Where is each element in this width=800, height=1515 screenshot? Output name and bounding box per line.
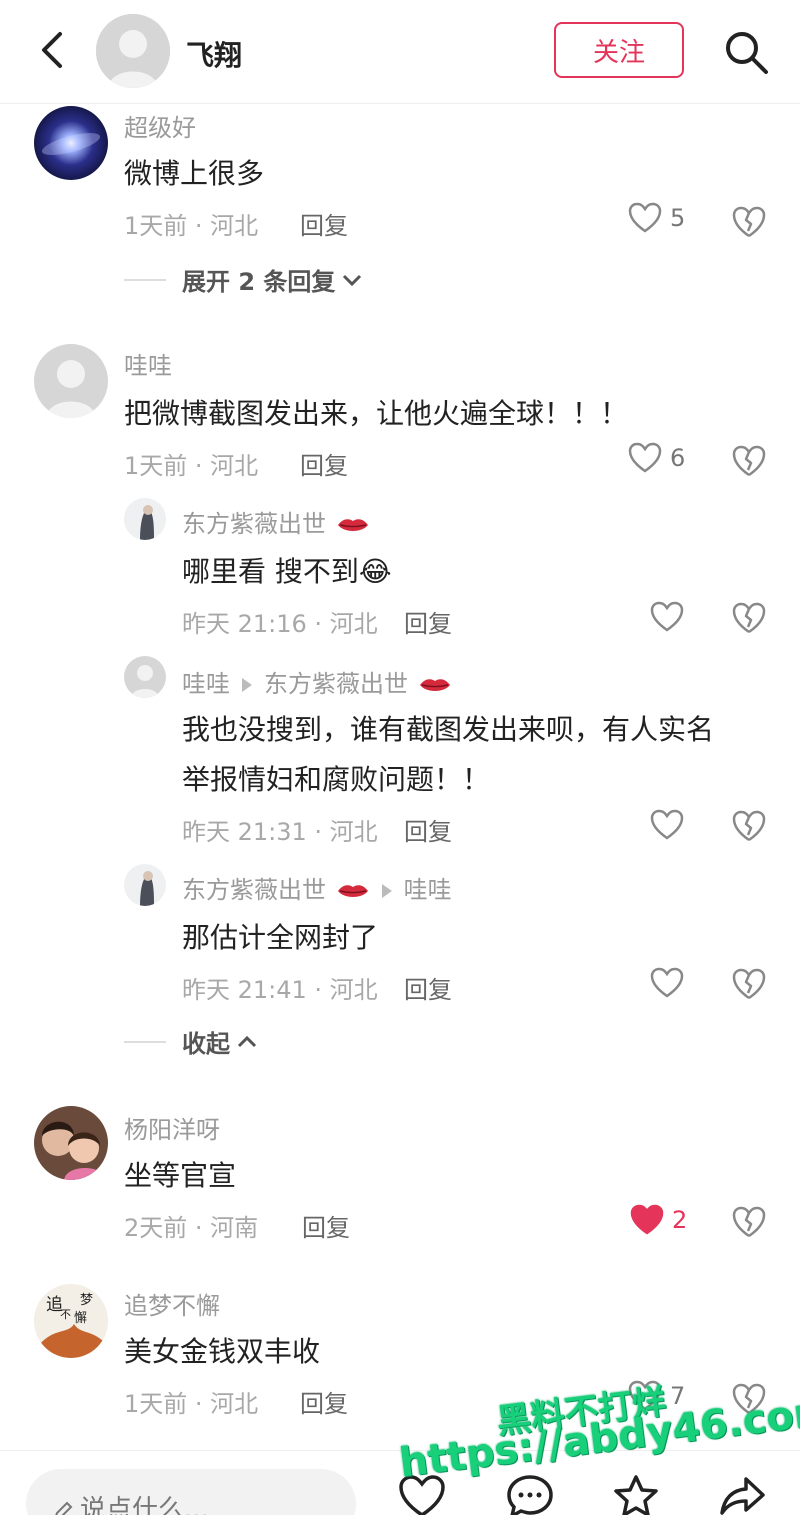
comment-icon[interactable] xyxy=(506,1473,554,1515)
broken-heart-icon[interactable] xyxy=(731,204,767,240)
broken-heart-icon[interactable] xyxy=(731,1204,767,1240)
user-avatar[interactable] xyxy=(124,498,166,540)
like-button[interactable]: 5 xyxy=(628,202,685,234)
heart-icon xyxy=(628,442,662,473)
comment-text: 把微博截图发出来，让他火遍全球！！！ xyxy=(124,397,629,430)
user-avatar[interactable] xyxy=(124,656,166,698)
reply-meta: 昨天 21:16 · 河北 xyxy=(182,610,378,638)
user-avatar[interactable]: 追 梦 不 懈 xyxy=(34,1284,108,1358)
heart-icon[interactable] xyxy=(650,809,684,841)
comment-username[interactable]: 追梦不懈 xyxy=(124,1286,220,1321)
calligraphy-avatar-icon: 追 梦 不 懈 xyxy=(34,1284,108,1358)
lips-icon xyxy=(337,885,368,897)
collapse-replies-button[interactable]: 收起 xyxy=(124,1024,258,1059)
avatar-char: 懈 xyxy=(74,1310,87,1326)
reply-text-line1: 我也没搜到，谁有截图发出来呗，有人实名 xyxy=(182,713,715,746)
expand-replies-button[interactable]: 展开 2 条回复 xyxy=(124,262,363,297)
comment-text: 美女金钱双丰收 xyxy=(124,1335,321,1368)
collapse-replies-label: 收起 xyxy=(182,1030,230,1058)
broken-heart-icon[interactable] xyxy=(731,808,767,844)
comment-text: 坐等官宣 xyxy=(124,1159,237,1192)
comment-input[interactable]: 说点什么... xyxy=(26,1469,356,1515)
lips-icon xyxy=(419,679,450,691)
follow-button[interactable]: 关注 xyxy=(554,22,684,78)
reply-to-arrow-icon xyxy=(381,884,392,898)
comment-username[interactable]: 哇哇 xyxy=(124,346,172,381)
top-bar: 飞翔 关注 xyxy=(0,0,800,104)
default-avatar-icon xyxy=(34,344,108,418)
reply-button[interactable]: 回复 xyxy=(300,206,348,241)
divider-line xyxy=(124,1040,166,1043)
reply-username-text: 哇哇 xyxy=(182,670,230,698)
laughing-emoji: 😂 xyxy=(358,555,392,588)
heart-icon xyxy=(628,202,662,233)
portrait-avatar-icon xyxy=(124,498,166,540)
galaxy-avatar-icon xyxy=(34,106,108,180)
heart-filled-icon xyxy=(630,1204,664,1235)
comment-input-placeholder: 说点什么... xyxy=(80,1495,209,1515)
reply-text: 那估计全网封了 xyxy=(182,921,379,954)
reply-to-username: 哇哇 xyxy=(403,876,452,904)
reply-text-content: 哪里看 搜不到 xyxy=(182,555,359,588)
reply-button[interactable]: 回复 xyxy=(300,1384,348,1419)
comment-text: 微博上很多 xyxy=(124,157,265,190)
comment-username[interactable]: 杨阳洋呀 xyxy=(124,1110,220,1145)
comment-meta: 1天前 · 河北 xyxy=(124,452,259,480)
reply-username[interactable]: 东方紫薇出世 哇哇 xyxy=(182,870,452,905)
reply-username-text: 东方紫薇出世 xyxy=(182,876,326,904)
comment-meta: 2天前 · 河南 xyxy=(124,1214,259,1242)
reply-button[interactable]: 回复 xyxy=(404,970,452,1005)
like-count: 2 xyxy=(672,1206,688,1234)
comment-meta: 1天前 · 河北 xyxy=(124,212,259,240)
broken-heart-icon[interactable] xyxy=(731,966,767,1002)
search-icon[interactable] xyxy=(722,28,770,76)
chevron-up-icon xyxy=(237,1035,257,1047)
avatar-char: 梦 xyxy=(80,1293,93,1308)
share-icon[interactable] xyxy=(718,1473,766,1515)
like-count: 6 xyxy=(670,444,686,472)
reply-to-username: 东方紫薇出世 xyxy=(264,670,408,698)
reply-button[interactable]: 回复 xyxy=(404,604,452,639)
user-avatar[interactable] xyxy=(34,1106,108,1180)
user-avatar[interactable] xyxy=(34,106,108,180)
reply-meta: 昨天 21:41 · 河北 xyxy=(182,976,378,1004)
reply-text: 哪里看 搜不到😂 xyxy=(182,550,392,590)
like-count: 5 xyxy=(670,204,686,232)
portrait-avatar-icon xyxy=(124,864,166,906)
pencil-icon xyxy=(55,1501,73,1515)
author-avatar[interactable] xyxy=(96,14,170,88)
chevron-down-icon xyxy=(343,274,362,286)
like-button-active[interactable]: 2 xyxy=(630,1204,687,1236)
reply-button[interactable]: 回复 xyxy=(300,446,348,481)
broken-heart-icon[interactable] xyxy=(731,600,767,636)
user-avatar[interactable] xyxy=(34,344,108,418)
reply-username-text: 东方紫薇出世 xyxy=(182,510,326,538)
author-name[interactable]: 飞翔 xyxy=(186,34,242,74)
reply-username[interactable]: 东方紫薇出世 xyxy=(182,504,370,539)
heart-icon[interactable] xyxy=(650,967,684,999)
default-avatar-icon xyxy=(96,14,170,88)
heart-icon[interactable] xyxy=(650,601,684,633)
like-button[interactable]: 6 xyxy=(628,442,685,474)
star-icon[interactable] xyxy=(612,1473,660,1515)
broken-heart-icon[interactable] xyxy=(731,443,767,479)
reply-button[interactable]: 回复 xyxy=(302,1208,350,1243)
comment-username[interactable]: 超级好 xyxy=(124,108,196,143)
divider-line xyxy=(124,278,166,281)
back-icon[interactable] xyxy=(34,30,74,70)
reply-meta: 昨天 21:31 · 河北 xyxy=(182,818,378,846)
reply-text-line2: 举报情妇和腐败问题！！ xyxy=(182,763,491,796)
default-avatar-icon xyxy=(124,656,166,698)
reply-button[interactable]: 回复 xyxy=(404,812,452,847)
avatar-char: 不 xyxy=(60,1308,71,1321)
lips-icon xyxy=(337,519,368,531)
expand-replies-label: 展开 2 条回复 xyxy=(182,268,336,296)
reply-username[interactable]: 哇哇 东方紫薇出世 xyxy=(182,664,452,699)
comment-meta: 1天前 · 河北 xyxy=(124,1390,259,1418)
user-avatar[interactable] xyxy=(124,864,166,906)
reply-to-arrow-icon xyxy=(242,678,252,692)
photo-avatar-icon xyxy=(34,1106,108,1180)
